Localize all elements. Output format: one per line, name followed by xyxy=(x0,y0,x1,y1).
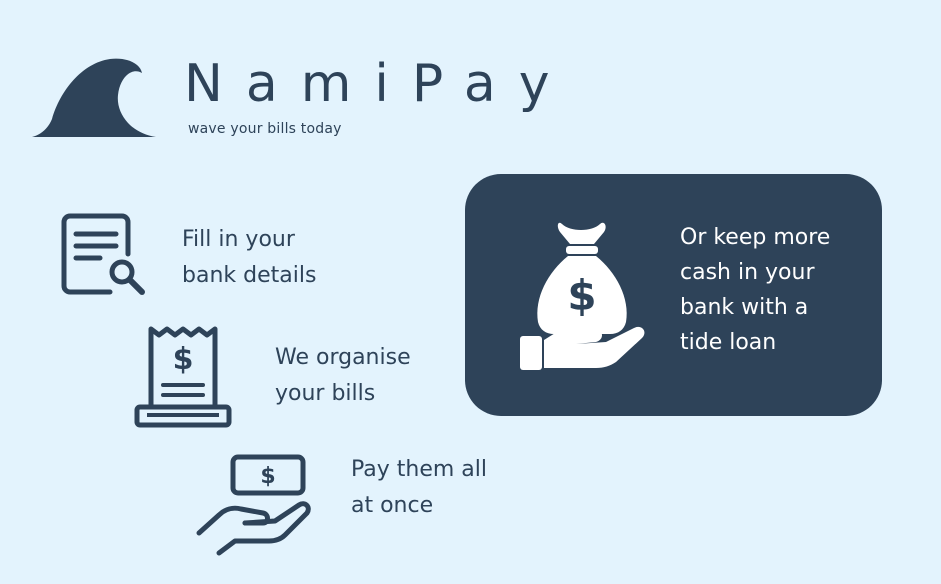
svg-text:$: $ xyxy=(260,464,275,489)
brand-name: NamiPay xyxy=(184,54,573,114)
receipt-dollar-icon: $ xyxy=(134,326,232,428)
step-text-line: Pay them all xyxy=(351,457,488,482)
loan-text-line: bank with a xyxy=(680,295,809,320)
loan-text-line: tide loan xyxy=(680,330,777,355)
step-text-line: We organise xyxy=(275,345,411,370)
document-search-icon xyxy=(61,213,145,295)
step-organise-text: We organise your bills xyxy=(275,340,495,412)
hand-cash-icon: $ xyxy=(196,454,311,556)
step-text-line: at once xyxy=(351,493,434,518)
step-pay-text: Pay them all at once xyxy=(351,452,571,524)
step-text-line: your bills xyxy=(275,381,376,406)
loan-text-line: Or keep more xyxy=(680,225,831,250)
step-fill-details-text: Fill in your bank details xyxy=(182,222,402,294)
brand-tagline: wave your bills today xyxy=(188,121,342,137)
step-text-line: bank details xyxy=(182,263,317,288)
loan-text-line: cash in your xyxy=(680,260,815,285)
step-text-line: Fill in your xyxy=(182,227,295,252)
svg-text:$: $ xyxy=(567,271,596,320)
money-bag-hand-icon: $ xyxy=(520,222,645,370)
loan-card-text: Or keep more cash in your bank with a ti… xyxy=(680,220,880,360)
wave-logo-icon xyxy=(32,58,156,137)
svg-text:$: $ xyxy=(173,342,194,377)
